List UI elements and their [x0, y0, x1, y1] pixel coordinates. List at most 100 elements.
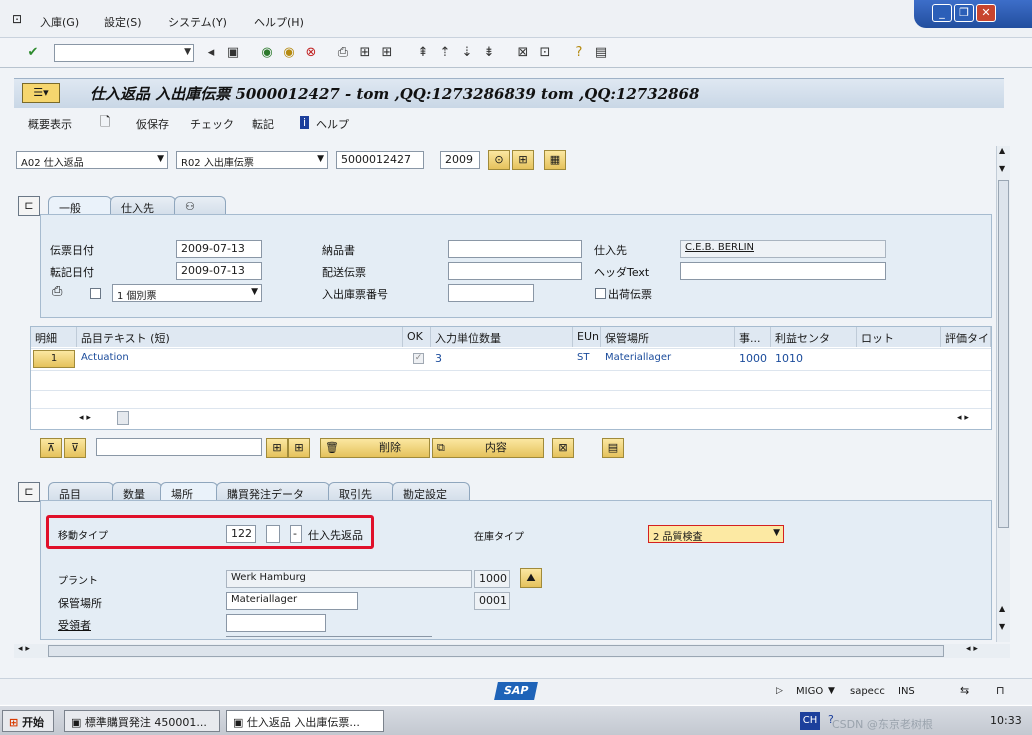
- tab-partner-icon[interactable]: ⚇: [174, 196, 226, 216]
- tab-partner[interactable]: 取引先: [328, 482, 394, 502]
- scroll-down-icon[interactable]: ▼: [999, 164, 1005, 173]
- reference-select[interactable]: R02 入出庫伝票 ▼: [176, 151, 328, 169]
- delivery-note-field[interactable]: [448, 240, 582, 258]
- table-cell-profit-center[interactable]: 1010: [771, 349, 857, 369]
- print-checkbox[interactable]: [90, 288, 101, 299]
- tab-vendor[interactable]: 仕入先: [110, 196, 176, 216]
- maximize-icon[interactable]: ❐: [954, 4, 974, 22]
- column-header[interactable]: 利益センタ: [771, 327, 857, 347]
- vertical-scroll-thumb[interactable]: [998, 180, 1009, 528]
- find-icon[interactable]: ⊞: [512, 150, 534, 170]
- new-document-icon[interactable]: 🗋: [100, 113, 110, 135]
- cancel-icon[interactable]: ⊗: [302, 44, 320, 62]
- start-button[interactable]: ⊞ 开始: [2, 710, 54, 732]
- find-icon[interactable]: ⊞: [266, 438, 288, 458]
- back-arrow-icon[interactable]: ◂: [202, 44, 220, 62]
- exit-icon[interactable]: ◉: [280, 44, 298, 62]
- select-all-icon[interactable]: ⊼: [40, 438, 62, 458]
- help-icon[interactable]: ?: [828, 713, 834, 726]
- post-button[interactable]: 転記: [252, 116, 274, 132]
- prev-page-icon[interactable]: ⇡: [436, 44, 454, 62]
- gr-slip-field[interactable]: [448, 284, 534, 302]
- chevron-down-icon[interactable]: ▼: [251, 287, 258, 297]
- status-expand-icon[interactable]: ▷: [776, 686, 783, 696]
- tab-general[interactable]: 一般: [48, 196, 112, 216]
- execute-icon[interactable]: ⊙: [488, 150, 510, 170]
- save-icon[interactable]: ▣: [224, 44, 242, 62]
- scroll-left-icon[interactable]: ◂ ▸: [79, 413, 99, 425]
- horizontal-scrollbar[interactable]: ◂ ▸ ◂ ▸: [14, 644, 1010, 658]
- action-select[interactable]: A02 仕入返品 ▼: [16, 151, 168, 169]
- menu-system[interactable]: システム(Y): [168, 14, 227, 30]
- enter-icon[interactable]: ✔: [24, 44, 42, 62]
- print-version-select[interactable]: 1 個別票 ▼: [112, 284, 262, 302]
- table-cell-qty[interactable]: 3: [431, 349, 573, 369]
- ok-checkbox[interactable]: ✓: [413, 353, 424, 364]
- layout-menu-icon[interactable]: ▤: [592, 44, 610, 62]
- column-header[interactable]: 明細: [31, 327, 77, 347]
- chevron-down-icon[interactable]: ▼: [157, 154, 164, 164]
- recipient-field[interactable]: [226, 614, 326, 632]
- table-cell-plant[interactable]: 1000: [735, 349, 771, 369]
- header-text-field[interactable]: [680, 262, 886, 280]
- delivery-slip-checkbox[interactable]: [595, 288, 606, 299]
- grid-settings-icon[interactable]: ⊠: [552, 438, 574, 458]
- chevron-down-icon[interactable]: ▼: [828, 686, 835, 696]
- storage-location-name-field[interactable]: Materiallager: [226, 592, 358, 610]
- info-icon[interactable]: i: [300, 116, 310, 129]
- help-button[interactable]: ヘルプ: [316, 116, 349, 132]
- filter-icon[interactable]: ⊽: [64, 438, 86, 458]
- hold-button[interactable]: 仮保存: [136, 116, 169, 132]
- collapse-detail-icon[interactable]: ⊏: [18, 482, 40, 502]
- screen-menu-icon[interactable]: ☰▾: [22, 83, 60, 103]
- column-header[interactable]: 品目テキスト (短): [77, 327, 403, 347]
- delete-button[interactable]: 🗑 削除: [320, 438, 430, 458]
- last-page-icon[interactable]: ⇟: [480, 44, 498, 62]
- scroll-right-icon[interactable]: ◂ ▸: [966, 644, 978, 654]
- column-header[interactable]: 保管場所: [601, 327, 735, 347]
- table-cell-uom[interactable]: ST: [573, 349, 601, 369]
- tab-account-assignment[interactable]: 勘定設定: [392, 482, 470, 502]
- collapse-header-icon[interactable]: ⊏: [18, 196, 40, 216]
- special-stock-field[interactable]: [266, 525, 280, 543]
- table-cell-sloc[interactable]: Materiallager: [601, 349, 735, 369]
- column-header[interactable]: 入力単位数量: [431, 327, 573, 347]
- stock-type-select[interactable]: 2 品質検査 ▼: [648, 525, 784, 543]
- post-date-field[interactable]: 2009-07-13: [176, 262, 262, 280]
- sap-menu-icon[interactable]: ⊡: [12, 12, 22, 26]
- command-field[interactable]: ▼: [54, 44, 194, 62]
- tab-where[interactable]: 場所: [160, 482, 218, 502]
- doc-date-field[interactable]: 2009-07-13: [176, 240, 262, 258]
- tab-material[interactable]: 品目: [48, 482, 114, 502]
- year-field[interactable]: 2009: [440, 151, 480, 169]
- print-icon[interactable]: ⎙: [334, 44, 352, 62]
- scroll-up-icon[interactable]: ▲: [999, 604, 1005, 613]
- menu-goods-movement[interactable]: 入庫(G): [40, 14, 79, 30]
- column-header[interactable]: EUn: [573, 327, 601, 347]
- back-icon[interactable]: ◉: [258, 44, 276, 62]
- column-header[interactable]: 事...: [735, 327, 771, 347]
- scroll-right-icon[interactable]: ◂ ▸: [957, 413, 987, 425]
- table-cell-text[interactable]: Actuation: [77, 349, 403, 369]
- shortcut-icon[interactable]: ⊡: [536, 44, 554, 62]
- chevron-down-icon[interactable]: ▼: [773, 528, 780, 538]
- notes-icon[interactable]: ▤: [602, 438, 624, 458]
- column-header[interactable]: 評価タイ: [941, 327, 991, 347]
- new-session-icon[interactable]: ⊠: [514, 44, 532, 62]
- menu-help[interactable]: ヘルプ(H): [254, 14, 304, 30]
- grid-icon[interactable]: ▦: [544, 150, 566, 170]
- help-icon[interactable]: ?: [570, 44, 588, 62]
- scroll-left-icon[interactable]: ◂ ▸: [18, 644, 30, 654]
- document-number-field[interactable]: 5000012427: [336, 151, 424, 169]
- grid-search-field[interactable]: [96, 438, 262, 456]
- chevron-down-icon[interactable]: ▼: [184, 47, 191, 57]
- chevron-down-icon[interactable]: ▼: [317, 154, 324, 164]
- bill-of-lading-field[interactable]: [448, 262, 582, 280]
- minimize-icon[interactable]: _: [932, 4, 952, 22]
- close-icon[interactable]: ✕: [976, 4, 996, 22]
- vertical-scrollbar[interactable]: ▲ ▼ ▲ ▼: [996, 146, 1010, 642]
- unloading-point-field[interactable]: [226, 636, 432, 640]
- grid-horizontal-scroll-thumb[interactable]: [117, 411, 129, 425]
- overview-button[interactable]: 概要表示: [28, 116, 72, 132]
- table-row-selector[interactable]: 1: [33, 350, 75, 368]
